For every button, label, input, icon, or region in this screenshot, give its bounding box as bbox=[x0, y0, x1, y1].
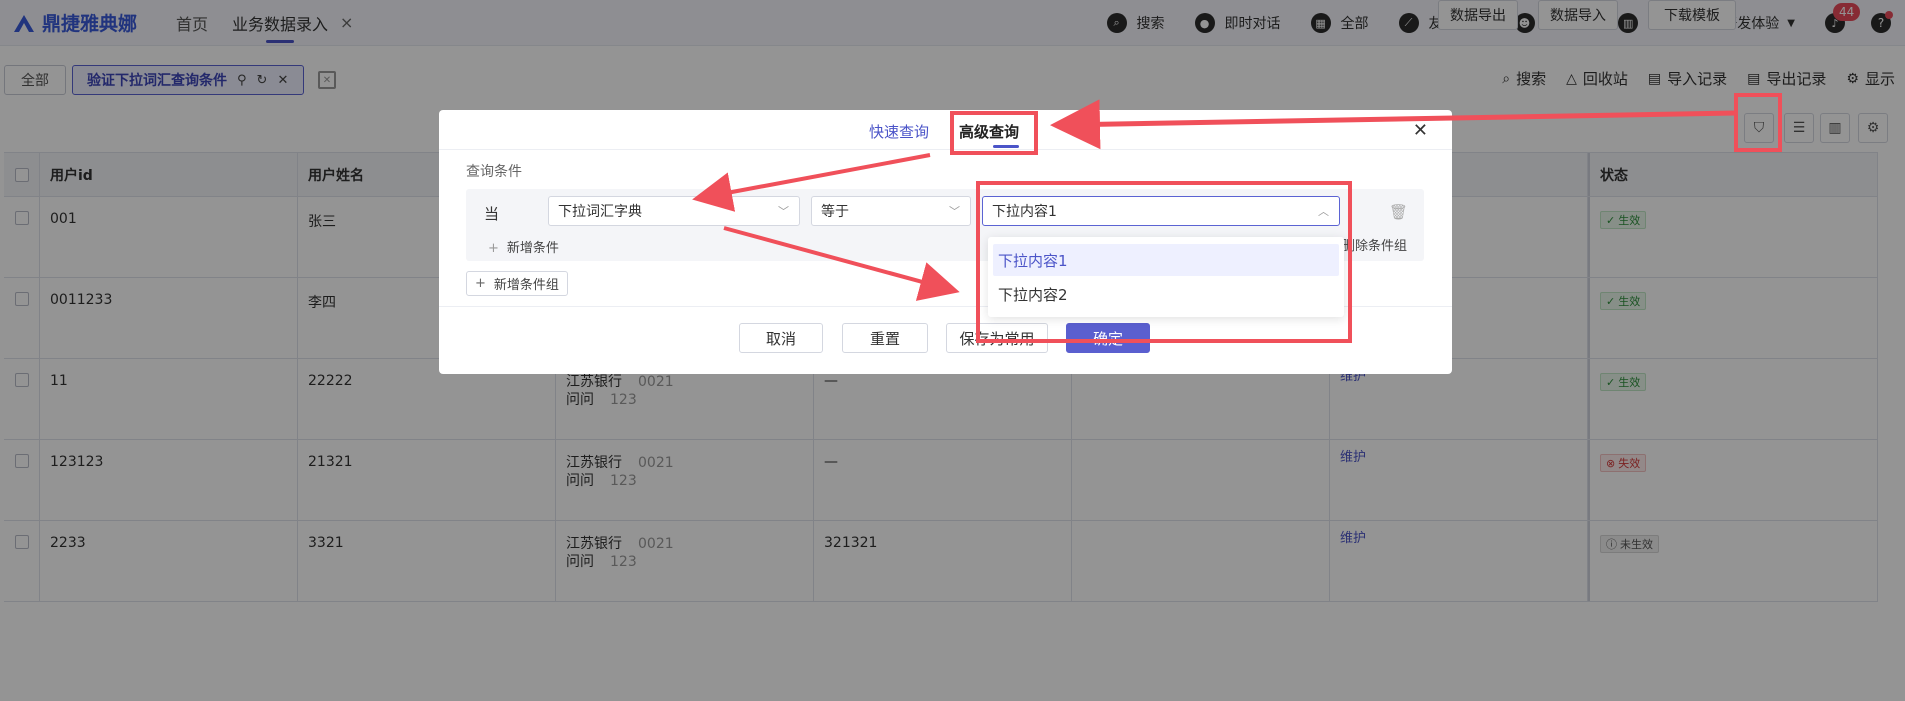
reset-button[interactable]: 重置 bbox=[842, 323, 928, 353]
chevron-down-icon: ﹀ bbox=[778, 205, 789, 218]
add-condition-button[interactable]: + 新增条件 bbox=[488, 237, 559, 256]
operator-select-value: 等于 bbox=[821, 204, 849, 220]
tab-active-indicator bbox=[993, 145, 1019, 148]
delete-group-button[interactable]: 删除条件组 bbox=[1342, 235, 1407, 254]
field-select[interactable]: 下拉词汇字典 ﹀ bbox=[548, 196, 800, 226]
query-conditions-label: 查询条件 bbox=[466, 164, 522, 180]
add-condition-label: 新增条件 bbox=[506, 241, 559, 256]
cancel-button[interactable]: 取消 bbox=[739, 323, 823, 353]
close-icon[interactable]: ✕ bbox=[1413, 120, 1428, 141]
value-select[interactable]: 下拉内容1 ︿ bbox=[982, 196, 1340, 226]
dropdown-option-2[interactable]: 下拉内容2 bbox=[988, 278, 1344, 310]
confirm-button[interactable]: 确定 bbox=[1066, 323, 1150, 353]
trash-icon[interactable]: 🗑 bbox=[1389, 203, 1408, 221]
field-select-value: 下拉词汇字典 bbox=[558, 204, 642, 220]
value-dropdown: 下拉内容1 下拉内容2 bbox=[988, 237, 1344, 317]
operator-select[interactable]: 等于 ﹀ bbox=[811, 196, 971, 226]
save-as-common-button[interactable]: 保存为常用 bbox=[946, 323, 1048, 353]
add-group-button[interactable]: + 新增条件组 bbox=[466, 271, 568, 296]
plus-icon: + bbox=[475, 276, 486, 291]
chevron-down-icon: ﹀ bbox=[949, 205, 960, 218]
plus-icon: + bbox=[488, 241, 499, 256]
tab-advanced-query[interactable]: 高级查询 bbox=[959, 121, 1019, 142]
dropdown-option-1[interactable]: 下拉内容1 bbox=[993, 244, 1339, 276]
value-select-value: 下拉内容1 bbox=[992, 204, 1057, 220]
modal-tabs: 快速查询 高级查询 ✕ bbox=[439, 110, 1452, 150]
tab-quick-query[interactable]: 快速查询 bbox=[869, 121, 929, 142]
condition-when-label: 当 bbox=[484, 205, 500, 223]
chevron-up-icon: ︿ bbox=[1318, 205, 1329, 218]
add-group-label: 新增条件组 bbox=[493, 278, 559, 293]
